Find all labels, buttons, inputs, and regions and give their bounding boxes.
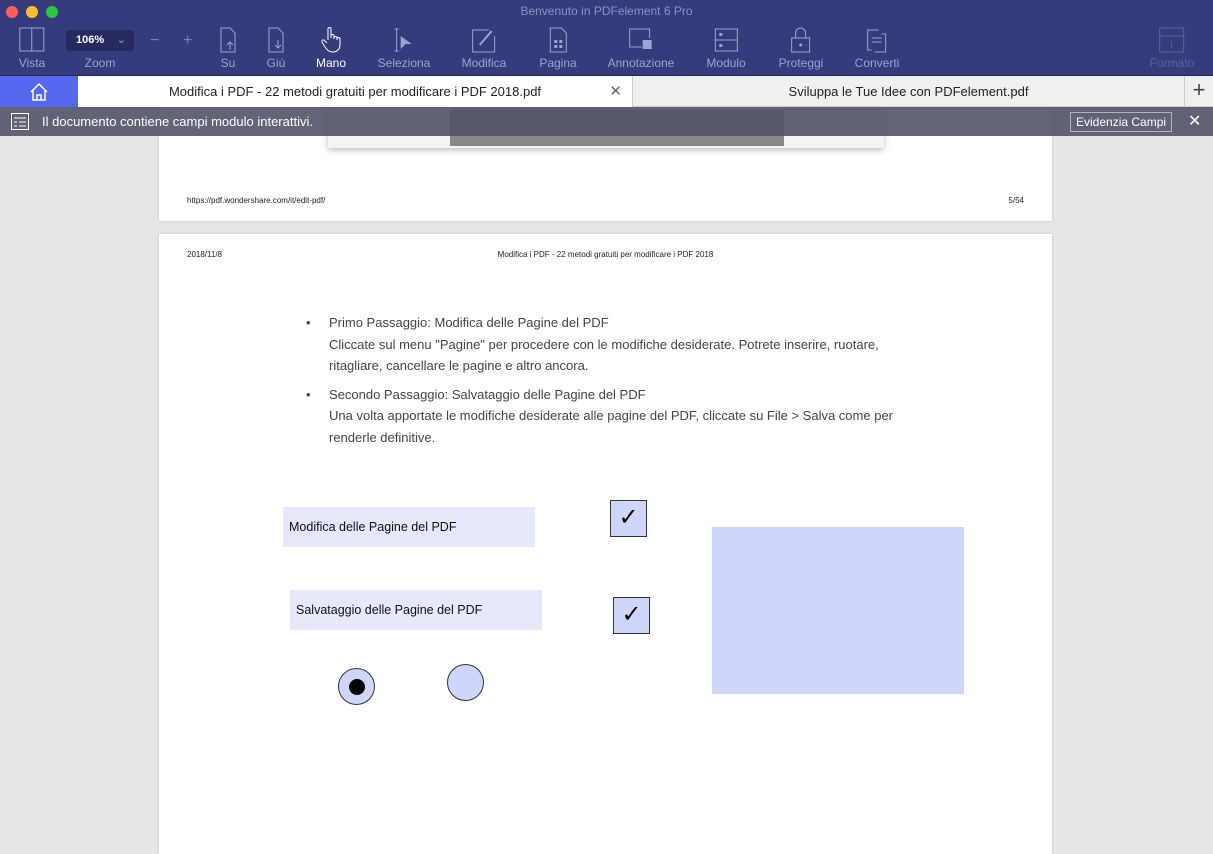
notice-text: Il documento contiene campi modulo inter… xyxy=(42,114,313,129)
formato-label: Formato xyxy=(1149,56,1195,70)
close-tab-icon[interactable]: ✕ xyxy=(609,82,622,100)
formato-button[interactable]: i Formato xyxy=(1149,26,1195,70)
su-button[interactable]: Su xyxy=(215,26,241,70)
tab-document-1[interactable]: Modifica i PDF - 22 metodi gratuiti per … xyxy=(78,76,632,107)
radio-button-2[interactable] xyxy=(447,664,484,701)
list-item: • Primo Passaggio: Modifica delle Pagine … xyxy=(306,312,929,377)
annotazione-button[interactable]: Annotazione xyxy=(607,26,675,70)
bullet: • xyxy=(306,315,311,330)
page-number: 5/54 xyxy=(1008,196,1024,205)
mano-label: Mano xyxy=(315,56,347,70)
page-icon xyxy=(549,27,567,53)
page-footer-url[interactable]: https://pdf.wondershare.com/it/edit-pdf/ xyxy=(187,196,325,205)
checkbox-1[interactable]: ✓ xyxy=(610,500,647,537)
tab-document-2[interactable]: Sviluppa le Tue Idee con PDFelement.pdf xyxy=(632,76,1184,107)
annotazione-label: Annotazione xyxy=(607,56,675,70)
page-body: • Primo Passaggio: Modifica delle Pagine … xyxy=(306,312,929,449)
chevron-down-icon: ⌄ xyxy=(116,34,126,46)
svg-text:i: i xyxy=(1171,40,1173,51)
proteggi-button[interactable]: Proteggi xyxy=(778,26,824,70)
mano-button[interactable]: Mano xyxy=(316,26,346,70)
zoom-value: 106% xyxy=(76,34,105,46)
form-field-area[interactable] xyxy=(712,527,964,694)
zoom-in-button[interactable]: + xyxy=(183,32,192,50)
comment-icon xyxy=(629,28,652,49)
close-notice-button[interactable]: ✕ xyxy=(1188,111,1201,131)
window-title: Benvenuto in PDFelement 6 Pro xyxy=(520,4,693,18)
tab-label: Modifica i PDF - 22 metodi gratuiti per … xyxy=(168,84,542,99)
modulo-button[interactable]: Modulo xyxy=(706,26,746,70)
zoom-select[interactable]: 106% ⌄ xyxy=(66,30,134,51)
pagina-label: Pagina xyxy=(539,56,577,70)
giu-label: Giù xyxy=(266,56,286,70)
select-cursor-icon xyxy=(395,28,412,52)
edit-icon xyxy=(472,29,496,53)
new-tab-button[interactable]: + xyxy=(1184,76,1213,107)
checkbox-2[interactable]: ✓ xyxy=(613,597,650,634)
giu-button[interactable]: Giù xyxy=(263,26,289,70)
converti-label: Converti xyxy=(854,56,900,70)
seleziona-label: Seleziona xyxy=(377,56,431,70)
zoom-label: Zoom xyxy=(84,56,116,70)
vista-button[interactable]: Vista xyxy=(19,26,45,70)
page-up-icon xyxy=(220,27,236,53)
home-icon xyxy=(30,82,48,101)
form-fields-notice: Il documento contiene campi modulo inter… xyxy=(0,107,1213,136)
radio-button-1[interactable] xyxy=(338,668,375,705)
vista-label: Vista xyxy=(18,56,46,70)
radio-dot xyxy=(348,679,365,695)
bullet-title: Primo Passaggio: Modifica delle Pagine d… xyxy=(329,315,609,330)
bullet: • xyxy=(306,386,311,402)
modulo-label: Modulo xyxy=(706,56,746,70)
toolbar: Benvenuto in PDFelement 6 Pro Vista 106%… xyxy=(0,0,1213,76)
page-header-title: Modifica i PDF - 22 metodi gratuiti per … xyxy=(497,250,714,259)
highlight-fields-button[interactable]: Evidenzia Campi xyxy=(1070,112,1173,132)
columns-icon xyxy=(19,27,45,52)
modifica-label: Modifica xyxy=(461,56,507,70)
bullet-text: Una volta apportate le modifiche desider… xyxy=(329,408,894,445)
tab-label: Sviluppa le Tue Idee con PDFelement.pdf xyxy=(788,84,1029,99)
form-icon xyxy=(11,113,29,130)
form-icon xyxy=(714,28,738,52)
info-icon: i xyxy=(1159,27,1185,53)
lock-icon xyxy=(791,27,811,53)
bullet-title: Secondo Passaggio: Salvataggio delle Pag… xyxy=(329,386,646,402)
modifica-button[interactable]: Modifica xyxy=(461,26,507,70)
bullet-text: Cliccate sul menu "Pagine" per procedere… xyxy=(329,336,879,374)
home-button[interactable] xyxy=(0,76,78,107)
converti-button[interactable]: Converti xyxy=(854,26,900,70)
su-label: Su xyxy=(220,56,236,70)
text-field-1[interactable]: Modifica delle Pagine del PDF xyxy=(283,507,535,547)
tab-bar: Modifica i PDF - 22 metodi gratuiti per … xyxy=(0,76,1213,107)
convert-icon xyxy=(867,29,887,53)
page-down-icon xyxy=(268,27,284,53)
zoom-out-button[interactable]: − xyxy=(150,32,159,50)
seleziona-button[interactable]: Seleziona xyxy=(377,26,431,70)
hand-icon xyxy=(321,27,341,53)
list-item: • Secondo Passaggio: Salvataggio delle Pa… xyxy=(306,384,929,449)
text-field-2[interactable]: Salvataggio delle Pagine del PDF xyxy=(290,590,542,630)
proteggi-label: Proteggi xyxy=(778,56,824,70)
pagina-button[interactable]: Pagina xyxy=(539,26,577,70)
